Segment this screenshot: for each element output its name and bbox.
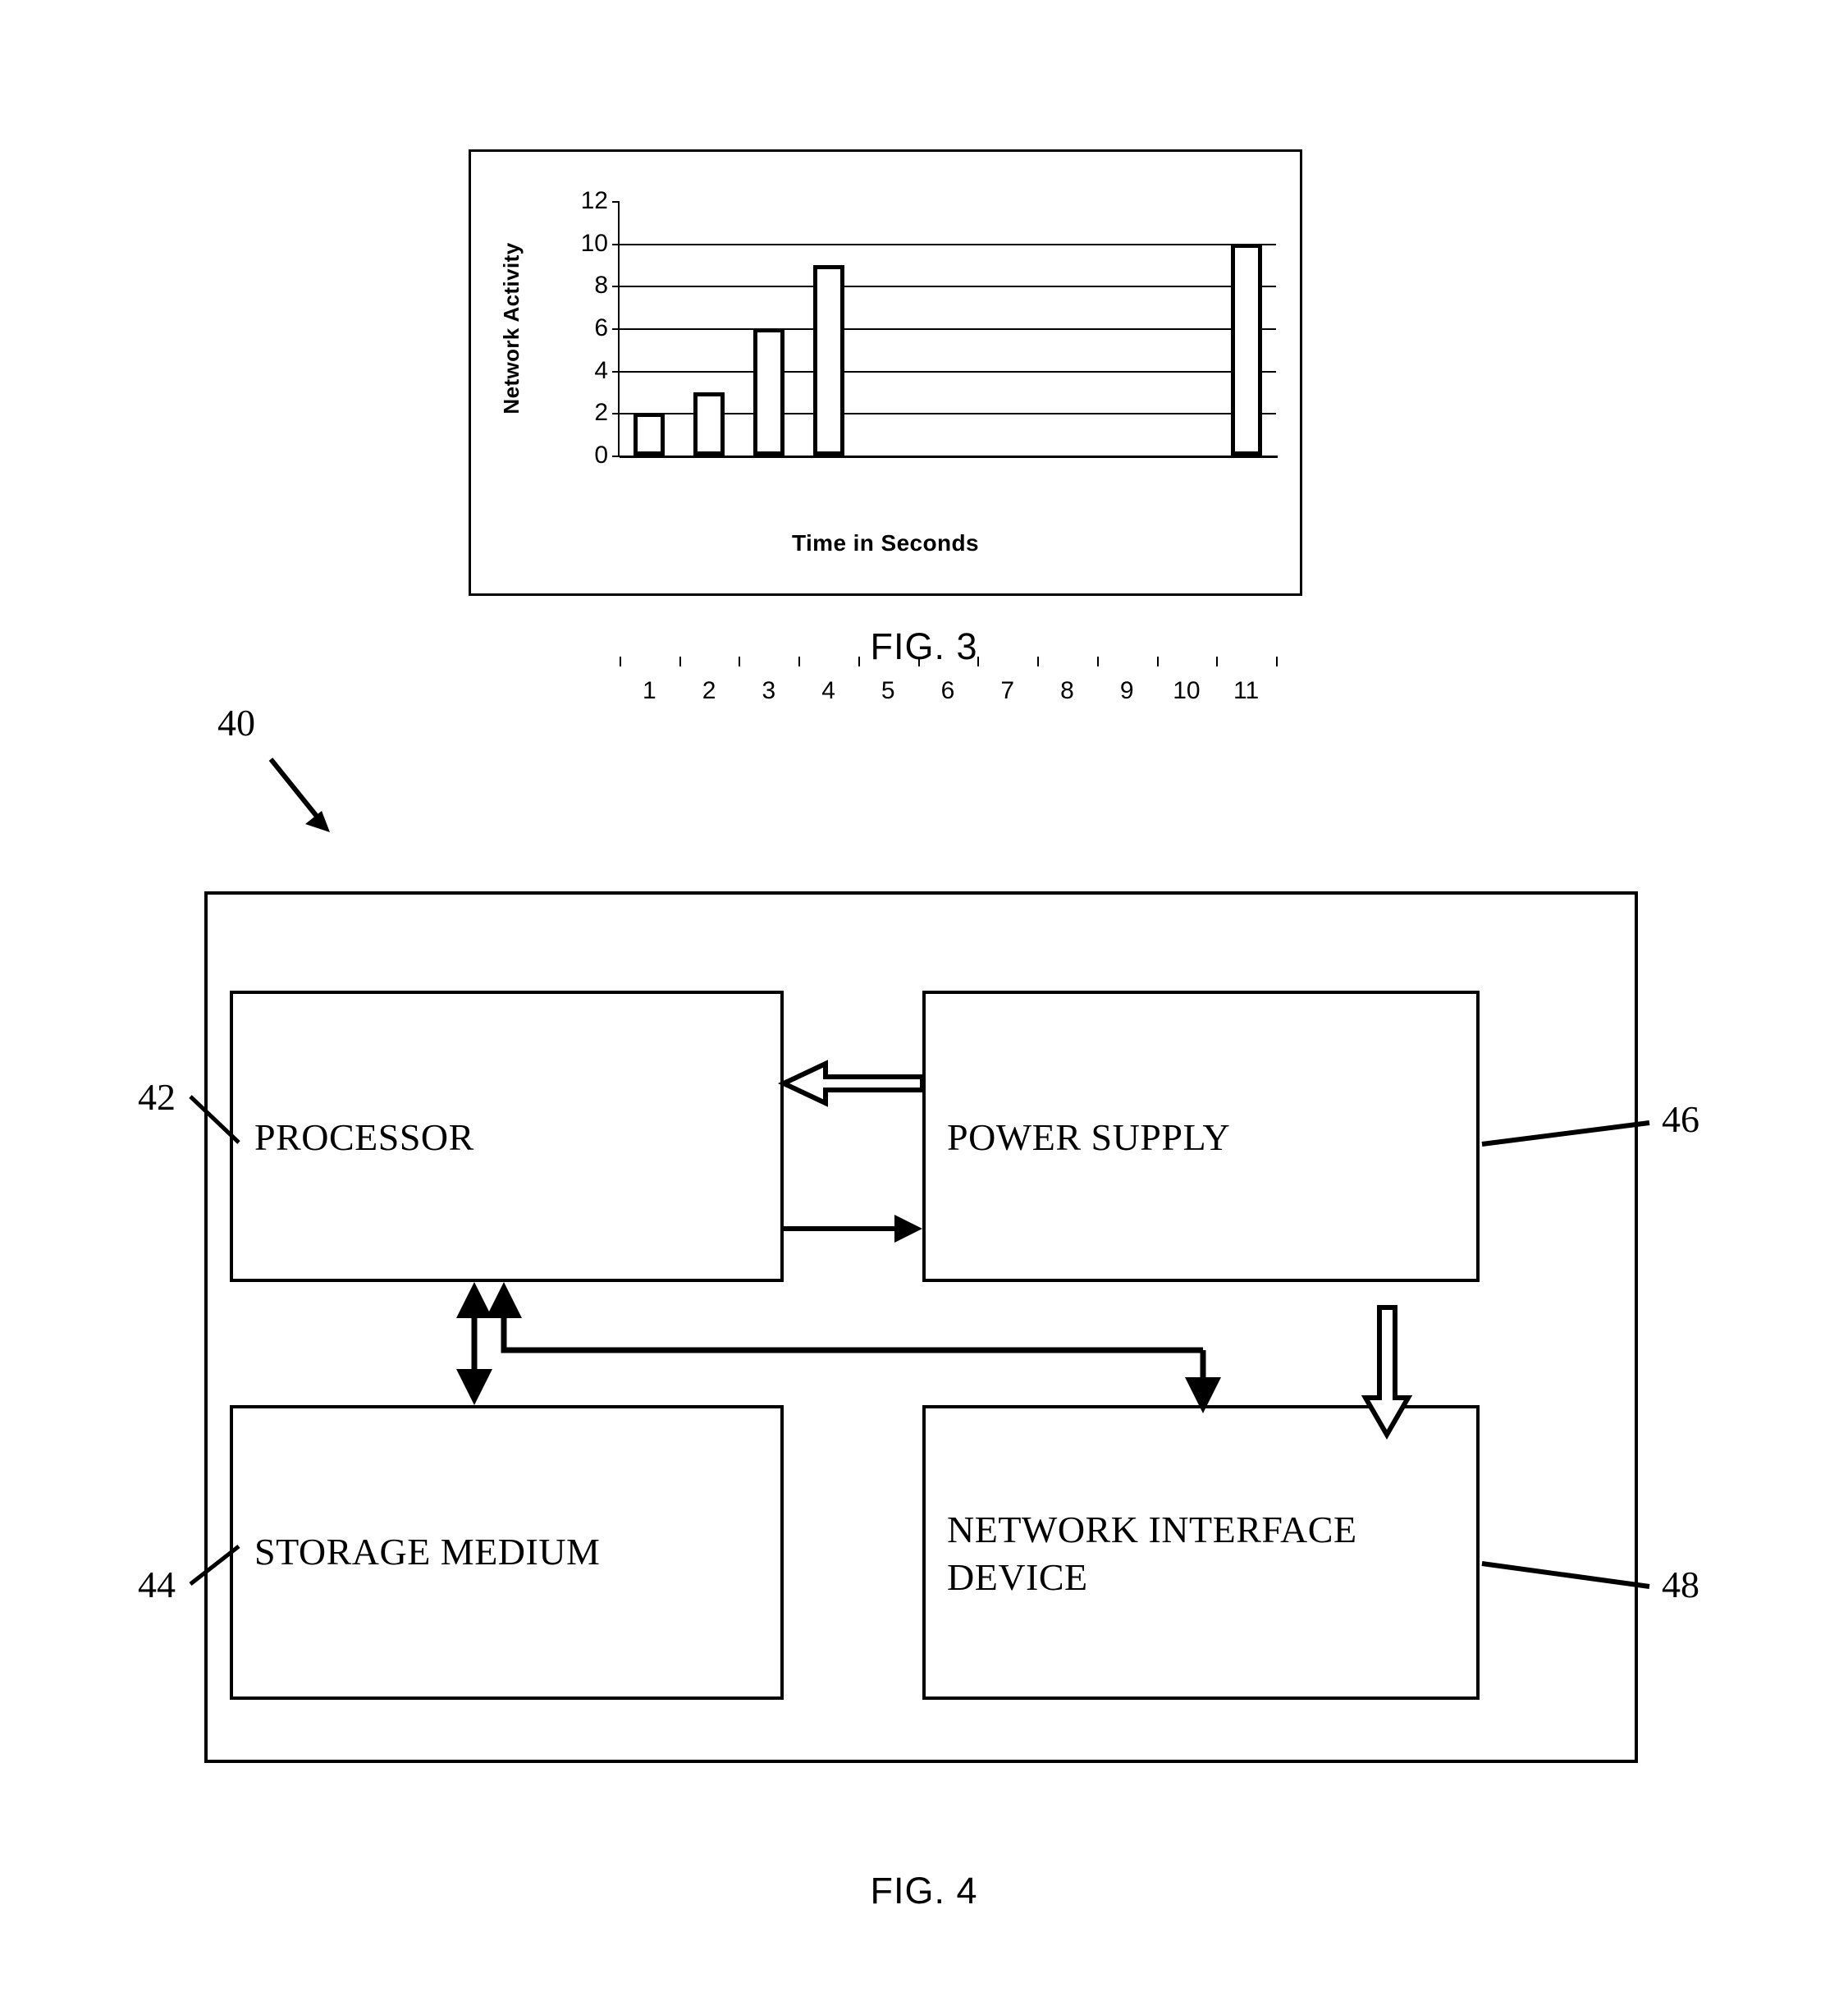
- chart-y-tick-mark: [612, 243, 620, 245]
- chart-y-tick-label: 8: [594, 272, 608, 300]
- chart-x-tick-label: 8: [1060, 677, 1074, 704]
- block-label-power-supply: POWER SUPPLY: [947, 1116, 1231, 1158]
- chart-x-tick-label: 10: [1173, 677, 1201, 704]
- chart-bar: [634, 413, 666, 456]
- chart-bar: [812, 264, 844, 456]
- chart-gridline: [620, 370, 1276, 373]
- chart-y-tick-label: 0: [594, 442, 608, 469]
- chart-x-tick-label: 3: [762, 677, 776, 704]
- block-label-storage-medium: STORAGE MEDIUM: [254, 1531, 601, 1573]
- reference-numeral-44: 44: [138, 1564, 176, 1605]
- block-label-network-interface-device: NETWORK INTERFACE DEVICE: [947, 1506, 1439, 1601]
- chart-x-tick-label: 11: [1233, 677, 1260, 704]
- chart-x-tick-label: 2: [702, 677, 716, 704]
- chart-gridline: [620, 286, 1276, 288]
- chart-gridline: [620, 243, 1276, 245]
- chart-y-tick-mark: [612, 286, 620, 288]
- block-label-processor: PROCESSOR: [254, 1116, 474, 1158]
- chart-bar: [752, 328, 784, 456]
- chart-plot-area: 0 2 4 6 8 10 12 1 2 3 4 5 6 7 8 9 10 11: [581, 189, 1278, 704]
- chart-y-tick-label: 12: [580, 187, 608, 214]
- chart-bar: [1230, 243, 1262, 456]
- fig3-caption: FIG. 3: [870, 625, 978, 667]
- chart-x-axis-line: [620, 456, 1278, 458]
- chart-y-tick-label: 2: [594, 399, 608, 427]
- chart-y-tick-mark: [612, 456, 620, 457]
- chart-x-tick-label: 5: [881, 677, 895, 704]
- chart-x-tick-label: 7: [1000, 677, 1015, 704]
- chart-x-tick-label: 6: [940, 677, 955, 704]
- reference-numeral-48: 48: [1662, 1564, 1699, 1605]
- chart-y-tick-label: 4: [594, 356, 608, 384]
- leader-arrow-40: [268, 758, 330, 832]
- chart-y-tick-label: 10: [580, 229, 608, 257]
- reference-numeral-42: 42: [138, 1076, 176, 1118]
- block-label-network-line1: NETWORK INTERFACE: [947, 1509, 1357, 1550]
- chart-y-tick-mark: [612, 328, 620, 330]
- block-label-network-line2: DEVICE: [947, 1556, 1088, 1598]
- chart-x-axis-title: Time in Seconds: [792, 530, 979, 556]
- chart-y-tick-mark: [612, 201, 620, 203]
- reference-numeral-40: 40: [217, 702, 255, 744]
- chart-y-tick-mark: [612, 370, 620, 373]
- fig4-caption: FIG. 4: [870, 1870, 978, 1912]
- chart-bar: [693, 392, 725, 456]
- chart-x-tick-label: 4: [821, 677, 835, 704]
- chart-x-tick-label: 1: [643, 677, 656, 704]
- chart-y-tick-mark: [612, 413, 620, 415]
- chart-y-axis-title: Network Activity: [499, 0, 524, 414]
- chart-y-axis-title-text: Network Activity: [499, 242, 524, 414]
- chart-gridline: [620, 328, 1276, 330]
- chart-y-tick-label: 6: [594, 314, 608, 341]
- reference-numeral-46: 46: [1662, 1098, 1699, 1140]
- chart-x-tick-label: 9: [1119, 677, 1134, 704]
